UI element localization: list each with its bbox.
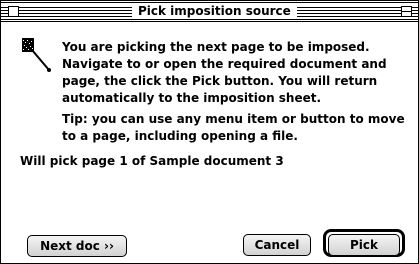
pick-button[interactable]: Pick <box>328 234 400 256</box>
next-doc-button[interactable]: Next doc ›› <box>27 235 127 257</box>
window-title: Pick imposition source <box>132 3 297 19</box>
tip-text: Tip: you can use any menu item or button… <box>62 112 405 143</box>
cancel-button[interactable]: Cancel <box>243 234 311 256</box>
title-bar[interactable]: Pick imposition source <box>1 1 418 22</box>
pick-status-text: Will pick page 1 of Sample document 3 <box>20 154 284 168</box>
instructions-text: You are picking the next page to be impo… <box>62 40 387 105</box>
collapse-box-icon[interactable] <box>401 6 412 17</box>
pick-imposition-dialog: Pick imposition source You are picking t… <box>0 0 419 264</box>
close-box-icon[interactable] <box>8 6 19 17</box>
pick-pin-icon <box>22 38 51 72</box>
dialog-content: You are picking the next page to be impo… <box>1 22 418 264</box>
